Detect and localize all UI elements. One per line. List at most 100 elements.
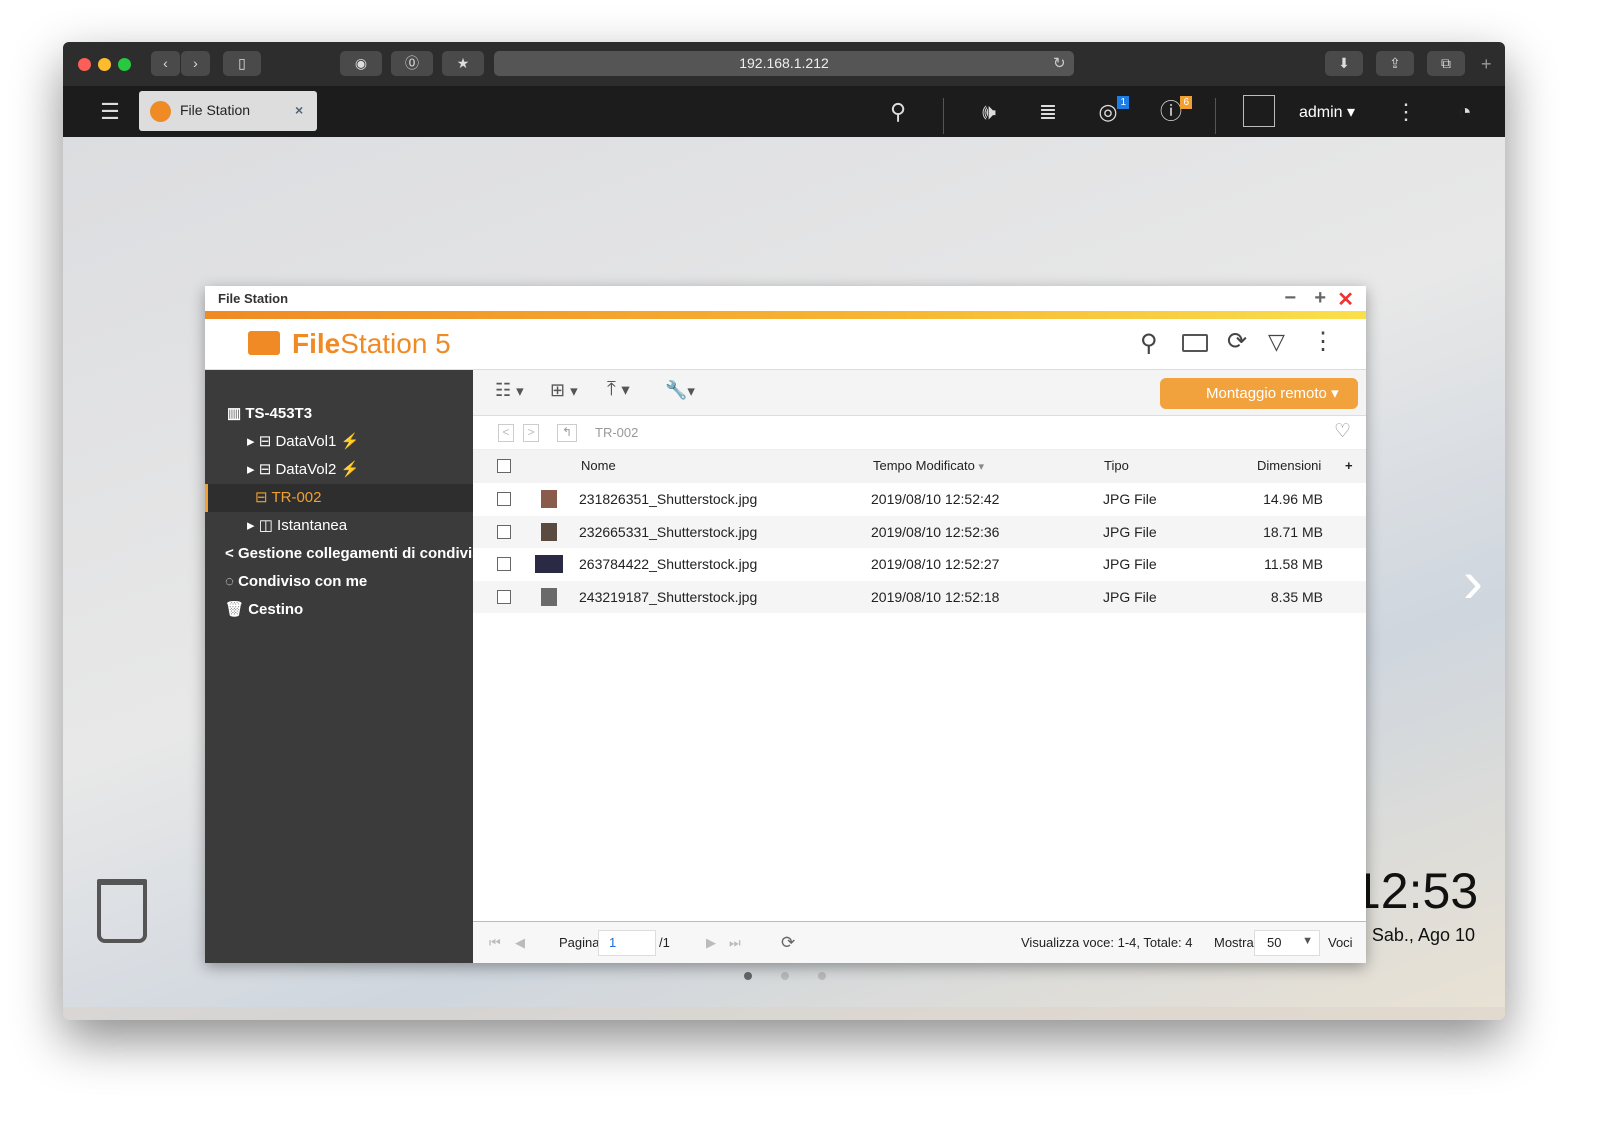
sidebar-toggle-icon[interactable]: ▯	[223, 51, 261, 76]
nav-forward-button[interactable]: >	[523, 424, 539, 442]
sidebar: ▥ TS-453T3 ▸ ⊟ DataVol1 ⚡ ▸ ⊟ DataVol2 ⚡…	[205, 370, 473, 963]
file-name: 232665331_Shutterstock.jpg	[579, 523, 758, 540]
maximize-button[interactable]: +	[1314, 287, 1326, 310]
column-type[interactable]: Tipo	[1104, 450, 1129, 482]
back-button[interactable]: ‹	[151, 51, 180, 76]
minimize-button[interactable]: −	[1284, 287, 1296, 310]
parent-folder-button[interactable]: ↰	[557, 424, 577, 442]
column-modified[interactable]: Tempo Modificato ▾	[873, 450, 984, 483]
password-icon[interactable]: ⓪	[391, 51, 433, 76]
window-title: File Station	[218, 291, 289, 306]
user-avatar-icon[interactable]	[1243, 95, 1275, 127]
last-page-button[interactable]: ⏭	[729, 922, 741, 964]
info-icon[interactable]: ⓘ 6	[1156, 86, 1192, 137]
file-row[interactable]: 263784422_Shutterstock.jpg 2019/08/10 12…	[473, 548, 1366, 581]
table-header: Nome Tempo Modificato ▾ Tipo Dimensioni …	[473, 450, 1366, 483]
new-tab-icon[interactable]: +	[1481, 54, 1492, 75]
cast-icon[interactable]	[1182, 334, 1208, 352]
tasks-icon[interactable]: ≣	[1033, 86, 1063, 137]
toolbar: ☷ ▾ ⊞ ▾ ⤒ ▾ 🔧▾ Montaggio remoto ▾	[473, 370, 1366, 416]
file-list: 231826351_Shutterstock.jpg 2019/08/10 12…	[473, 483, 1366, 613]
tools-icon[interactable]: 🔧▾	[665, 380, 695, 401]
thumbnail-image	[535, 555, 563, 573]
user-menu[interactable]: admin ▾	[1299, 102, 1355, 122]
file-modified: 2019/08/10 12:52:42	[871, 491, 1000, 507]
first-page-button[interactable]: ⏮	[489, 922, 501, 964]
sidebar-item-shared-with-me[interactable]: ◌ Condiviso con me	[205, 568, 473, 596]
column-size[interactable]: Dimensioni	[1257, 450, 1321, 482]
per-page-select[interactable]: 50 ▼	[1254, 930, 1320, 956]
reload-icon[interactable]: ↻	[1053, 54, 1066, 72]
file-modified: 2019/08/10 12:52:27	[871, 556, 1000, 572]
downloads-icon[interactable]: ⬇	[1325, 51, 1363, 76]
file-row[interactable]: 231826351_Shutterstock.jpg 2019/08/10 12…	[473, 483, 1366, 516]
row-checkbox[interactable]	[497, 557, 511, 571]
page-dot-1[interactable]	[744, 972, 752, 980]
next-page-button[interactable]: ▶	[706, 922, 716, 964]
more-icon[interactable]: ⋮	[1311, 327, 1335, 356]
bookmark-icon[interactable]: ★	[442, 51, 484, 76]
refresh-icon[interactable]: ⟳	[781, 922, 795, 964]
minimize-window-button[interactable]	[98, 58, 111, 71]
sidebar-item-trash[interactable]: 🗑 Cestino	[205, 596, 473, 624]
column-name[interactable]: Nome	[581, 450, 616, 482]
file-name: 231826351_Shutterstock.jpg	[579, 491, 758, 507]
file-type: JPG File	[1103, 491, 1157, 507]
file-modified: 2019/08/10 12:52:18	[871, 588, 1000, 605]
volume-icon[interactable]: 🕪	[971, 86, 1007, 137]
items-label: Voci	[1328, 935, 1353, 950]
share-icon[interactable]: ⇪	[1376, 51, 1414, 76]
close-button[interactable]: ✕	[1337, 287, 1354, 312]
file-size: 14.96 MB	[1263, 491, 1323, 507]
address-bar[interactable]: 192.168.1.212	[494, 51, 1074, 76]
tabs-icon[interactable]: ⧉	[1427, 51, 1465, 76]
close-tab-icon[interactable]: ×	[295, 102, 303, 118]
favorite-icon[interactable]: ♡	[1334, 420, 1351, 443]
close-window-button[interactable]	[78, 58, 91, 71]
more-icon[interactable]: ⋮	[1395, 86, 1417, 137]
thumbnail-image	[541, 587, 557, 606]
view-mode-icon[interactable]: ☷ ▾	[495, 380, 524, 401]
tab-label: File Station	[180, 102, 251, 118]
sidebar-item-datavol2[interactable]: ▸ ⊟ DataVol2 ⚡	[205, 456, 473, 484]
file-name: 243219187_Shutterstock.jpg	[579, 588, 758, 605]
refresh-icon[interactable]: ⟳	[1227, 327, 1247, 356]
create-folder-icon[interactable]: ⊞ ▾	[550, 380, 578, 401]
search-icon[interactable]: ⚲	[883, 86, 913, 137]
sidebar-root[interactable]: ▥ TS-453T3	[205, 400, 473, 428]
menu-icon[interactable]: ☰	[95, 86, 125, 137]
file-type: JPG File	[1103, 556, 1157, 572]
page-dot-3[interactable]	[818, 972, 826, 980]
add-column-button[interactable]: +	[1345, 450, 1353, 482]
filter-icon[interactable]: ▽	[1268, 329, 1285, 355]
next-page-icon[interactable]: ›	[1463, 547, 1483, 616]
notifications-icon[interactable]: ◎ 1	[1093, 86, 1129, 137]
prev-page-button[interactable]: ◀	[515, 922, 525, 964]
dashboard-icon[interactable]: ◔	[1448, 86, 1482, 137]
sidebar-item-tr-002[interactable]: ⊟ TR-002	[205, 484, 473, 512]
select-all-checkbox[interactable]	[497, 459, 511, 473]
page-dot-2[interactable]	[781, 972, 789, 980]
sidebar-item-datavol1[interactable]: ▸ ⊟ DataVol1 ⚡	[205, 428, 473, 456]
file-row[interactable]: 243219187_Shutterstock.jpg 2019/08/10 12…	[473, 580, 1366, 613]
file-panel: ☷ ▾ ⊞ ▾ ⤒ ▾ 🔧▾ Montaggio remoto ▾ < > ↰ …	[473, 370, 1366, 963]
forward-button[interactable]: ›	[181, 51, 210, 76]
row-checkbox[interactable]	[497, 492, 511, 506]
row-checkbox[interactable]	[497, 524, 511, 539]
nav-back-button[interactable]: <	[498, 424, 514, 442]
zoom-window-button[interactable]	[118, 58, 131, 71]
tab-file-station[interactable]: File Station ×	[139, 91, 317, 131]
row-checkbox[interactable]	[497, 589, 511, 604]
sidebar-item-share-links[interactable]: < Gestione collegamenti di condivisione	[205, 540, 473, 568]
app-logo: FileStation 5	[292, 328, 451, 359]
item-summary: Visualizza voce: 1-4, Totale: 4	[1021, 935, 1193, 950]
sidebar-item-istantanea[interactable]: ▸ ◫ Istantanea	[205, 512, 473, 540]
upload-icon[interactable]: ⤒ ▾	[607, 378, 630, 401]
search-icon[interactable]: ⚲	[1140, 329, 1158, 358]
file-row[interactable]: 232665331_Shutterstock.jpg 2019/08/10 12…	[473, 515, 1366, 548]
trash-desktop-icon[interactable]	[97, 879, 147, 943]
extension-icon[interactable]: ◉	[340, 51, 382, 76]
remote-mount-button[interactable]: Montaggio remoto ▾	[1160, 378, 1358, 409]
page-total: /1	[659, 935, 670, 950]
page-input[interactable]: 1	[598, 930, 656, 956]
